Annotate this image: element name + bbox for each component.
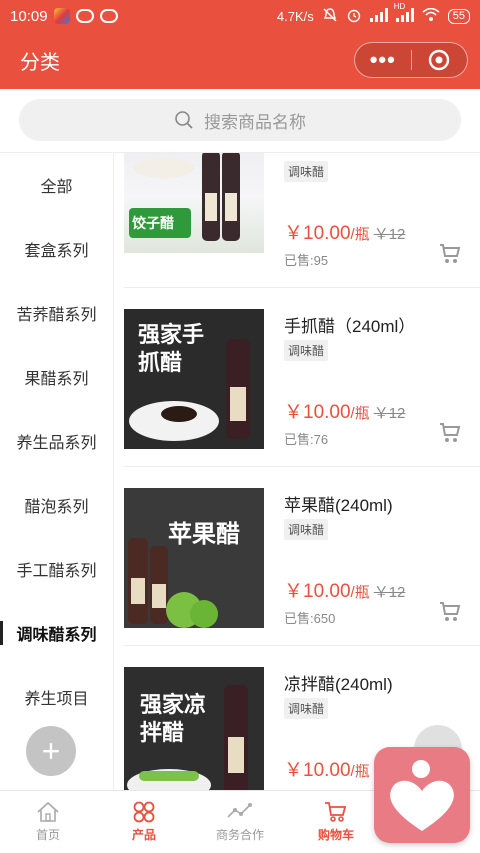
signal-icon — [369, 7, 388, 25]
original-price: ￥12 — [373, 405, 406, 422]
product-image-caption: 强家凉拌醋 — [140, 692, 207, 745]
tab-cart-label: 购物车 — [317, 828, 354, 842]
wifi-icon — [422, 7, 440, 25]
tab-business-label: 商务合作 — [215, 828, 264, 842]
sidebar-item-soaked-vinegar[interactable]: 醋泡系列 — [0, 473, 113, 537]
product-name: 凉拌醋(240ml) — [284, 675, 393, 694]
page-title: 分类 — [20, 52, 60, 74]
more-button[interactable]: ••• — [355, 42, 411, 78]
status-time: 10:09 — [10, 7, 48, 25]
sold-count: 已售:650 — [284, 611, 336, 626]
price-unit: /瓶 — [350, 763, 370, 780]
tab-products[interactable]: 产品 — [96, 791, 192, 853]
heart-person-icon — [390, 760, 454, 831]
price-unit: /瓶 — [350, 226, 370, 243]
network-speed: 4.7K/s — [276, 8, 314, 24]
cart-icon — [440, 602, 461, 621]
tab-cart[interactable]: 购物车 — [288, 791, 384, 853]
grid-icon — [133, 801, 155, 823]
product-image: 饺子醋 — [124, 153, 264, 253]
original-price: ￥12 — [373, 226, 406, 243]
app-notification-icon — [53, 8, 70, 24]
close-miniapp-button[interactable] — [411, 48, 467, 72]
product-card[interactable]: 苹果醋 苹果醋(240ml) 调味醋 ￥10.00/瓶 ￥12 已售:650 — [124, 468, 480, 646]
floating-heart-button[interactable] — [374, 747, 470, 843]
cloud-notification-icon — [75, 9, 94, 23]
battery-indicator: 55 — [447, 8, 470, 24]
sidebar-item-fruit-vinegar[interactable]: 果醋系列 — [0, 345, 113, 409]
mute-icon — [322, 7, 338, 26]
add-button[interactable]: + — [26, 726, 76, 776]
product-price: ￥10.00/瓶 ￥12 — [284, 397, 405, 424]
product-card[interactable]: 强家手抓醋 手抓醋（240ml） 调味醋 ￥10.00/瓶 ￥12 已售:76 — [124, 289, 480, 467]
tab-home[interactable]: 首页 — [0, 791, 96, 853]
price-value: ￥10.00 — [284, 581, 351, 602]
sidebar-item-all[interactable]: 全部 — [0, 153, 113, 217]
cloud-notification-icon — [99, 9, 118, 23]
cart-icon — [440, 423, 461, 442]
hd-label: HD — [393, 1, 406, 11]
add-to-cart-button[interactable] — [439, 422, 461, 449]
sidebar-item-seasoning-vinegar[interactable]: 调味醋系列 — [0, 601, 113, 665]
search-bar: 搜索商品名称 — [0, 89, 480, 153]
add-to-cart-button[interactable] — [439, 601, 461, 628]
add-to-cart-button[interactable] — [439, 243, 461, 270]
product-price: ￥10.00/瓶 ￥12 — [284, 218, 405, 245]
product-image-caption: 饺子醋 — [132, 215, 174, 231]
product-tag: 调味醋 — [284, 161, 329, 182]
product-image-caption: 强家手抓醋 — [138, 322, 205, 375]
product-list: 饺子醋 调味醋 ￥10.00/瓶 ￥12 已售:95 强家手抓醋 手抓醋（240m… — [114, 153, 480, 790]
tab-business[interactable]: 商务合作 — [192, 791, 288, 853]
product-tag: 调味醋 — [284, 698, 329, 719]
product-tag: 调味醋 — [284, 340, 329, 361]
category-sidebar: 全部 套盒系列 苦荞醋系列 果醋系列 养生品系列 醋泡系列 手工醋系列 调味醋系… — [0, 153, 114, 790]
sidebar-item-handmade-vinegar[interactable]: 手工醋系列 — [0, 537, 113, 601]
miniapp-capsule: ••• — [354, 42, 468, 78]
cart-icon — [440, 244, 461, 263]
price-unit: /瓶 — [350, 584, 370, 601]
alarm-icon — [346, 7, 362, 26]
price-value: ￥10.00 — [284, 402, 351, 423]
sold-count: 已售:76 — [284, 432, 329, 447]
chart-icon — [227, 803, 252, 818]
home-icon — [37, 801, 59, 822]
search-icon — [175, 111, 193, 129]
original-price: ￥12 — [373, 584, 406, 601]
search-placeholder: 搜索商品名称 — [204, 112, 306, 132]
sold-count: 已售:95 — [284, 253, 329, 268]
product-image: 苹果醋 — [124, 488, 264, 628]
sidebar-item-gift-box[interactable]: 套盒系列 — [0, 217, 113, 281]
price-unit: /瓶 — [350, 405, 370, 422]
tab-products-label: 产品 — [131, 828, 156, 842]
product-image-caption: 苹果醋 — [168, 521, 240, 548]
signal-hd-icon: HD — [394, 2, 414, 25]
product-name: 苹果醋(240ml) — [284, 496, 393, 515]
target-close-icon — [429, 49, 450, 71]
product-image: 强家凉拌醋 — [124, 667, 264, 790]
sidebar-item-health-products[interactable]: 养生品系列 — [0, 409, 113, 473]
page-header: 分类 ••• — [0, 32, 480, 89]
status-bar: 10:09 4.7K/s HD 55 — [0, 0, 480, 32]
product-name: 手抓醋（240ml） — [284, 317, 416, 336]
sidebar-item-buckwheat-vinegar[interactable]: 苦荞醋系列 — [0, 281, 113, 345]
tab-home-label: 首页 — [35, 828, 60, 842]
product-card[interactable]: 饺子醋 调味醋 ￥10.00/瓶 ￥12 已售:95 — [124, 153, 480, 288]
price-value: ￥10.00 — [284, 223, 351, 244]
product-image: 强家手抓醋 — [124, 309, 264, 449]
product-price: ￥10.00/瓶 — [284, 755, 370, 782]
price-value: ￥10.00 — [284, 760, 351, 781]
cart-icon — [325, 802, 347, 822]
product-tag: 调味醋 — [284, 519, 329, 540]
search-input[interactable]: 搜索商品名称 — [19, 99, 461, 141]
product-price: ￥10.00/瓶 ￥12 — [284, 576, 405, 603]
sidebar-item-health-projects[interactable]: 养生项目 — [0, 665, 113, 729]
